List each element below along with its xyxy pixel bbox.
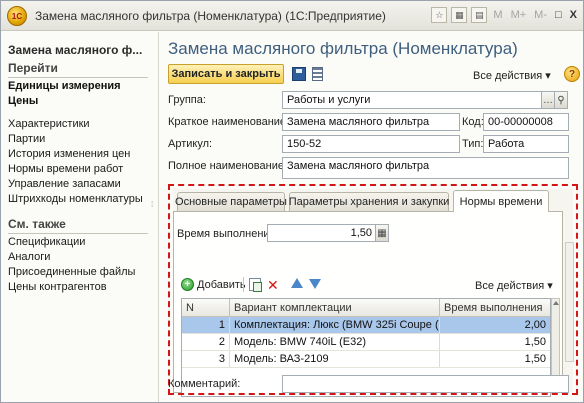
title-bar-controls: ☆ ▦ ▤ M M+ M- □ X xyxy=(431,7,579,23)
window-title: Замена масляного фильтра (Номенклатура) … xyxy=(35,9,386,23)
comment-field[interactable] xyxy=(282,375,569,393)
full-name-label: Полное наименование: xyxy=(168,160,288,172)
sidebar-item-barcodes[interactable]: Штрихкоды номенклатуры xyxy=(8,193,143,205)
group-field[interactable]: Работы и услуги xyxy=(282,91,542,109)
sidebar-item-stock-management[interactable]: Управление запасами xyxy=(8,178,121,190)
short-name-label: Краткое наименование: xyxy=(168,116,290,128)
memory-minus-button[interactable]: M- xyxy=(532,9,549,21)
group-label: Группа: xyxy=(168,94,206,106)
memory-button[interactable]: M xyxy=(491,9,504,21)
restore-button[interactable]: □ xyxy=(553,9,564,21)
highlight-frame xyxy=(168,184,578,395)
sidebar-item-work-norms[interactable]: Нормы времени работ xyxy=(8,163,123,175)
article-label: Артикул: xyxy=(168,138,213,150)
sidebar-item-attached-files[interactable]: Присоединенные файлы xyxy=(8,266,135,278)
sidebar-item-analogs[interactable]: Аналоги xyxy=(8,251,50,263)
sidebar-item-price-history[interactable]: История изменения цен xyxy=(8,148,130,160)
form-area: Замена масляного фильтра (Номенклатура) … xyxy=(161,32,583,402)
save-icon[interactable] xyxy=(292,67,306,81)
close-button[interactable]: X xyxy=(568,9,579,21)
comment-label: Комментарий: xyxy=(168,378,241,390)
sidebar-item-contractor-prices[interactable]: Цены контрагентов xyxy=(8,281,107,293)
sidebar-item-units[interactable]: Единицы измерения xyxy=(8,80,121,92)
app-logo-icon: 1С xyxy=(7,6,27,26)
favorites-icon[interactable]: ☆ xyxy=(431,7,448,23)
tab-time-norms[interactable]: Нормы времени xyxy=(453,190,549,212)
type-field[interactable]: Работа xyxy=(483,135,569,153)
sidebar-item-batches[interactable]: Партии xyxy=(8,133,45,145)
calculator-icon[interactable]: ▦ xyxy=(451,7,468,23)
type-label: Тип: xyxy=(462,138,484,150)
calendar-icon[interactable]: ▤ xyxy=(471,7,488,23)
title-bar: 1С Замена масляного фильтра (Номенклатур… xyxy=(1,1,583,31)
sidebar-divider xyxy=(8,77,148,78)
navigation-sidebar: Замена масляного ф... Перейти Единицы из… xyxy=(1,32,159,402)
full-name-field[interactable]: Замена масляного фильтра xyxy=(282,157,569,179)
sidebar-title[interactable]: Замена масляного ф... xyxy=(8,43,156,57)
memory-plus-button[interactable]: M+ xyxy=(509,9,529,21)
app-window: 1С Замена масляного фильтра (Номенклатур… xyxy=(0,0,584,403)
sidebar-item-characteristics[interactable]: Характеристики xyxy=(8,118,90,130)
sidebar-section-go: Перейти xyxy=(8,61,58,75)
sidebar-resize-grip[interactable]: ⁞ xyxy=(151,200,153,209)
group-search-icon[interactable]: ⚲ xyxy=(554,91,568,109)
sidebar-item-prices[interactable]: Цены xyxy=(8,95,38,107)
document-list-icon[interactable] xyxy=(312,67,323,81)
help-icon[interactable]: ? xyxy=(564,66,580,82)
all-actions-menu[interactable]: Все действия ▾ xyxy=(473,69,551,82)
sidebar-divider xyxy=(8,233,148,234)
group-select-button[interactable]: … xyxy=(541,91,555,109)
sidebar-section-see-also: См. также xyxy=(8,217,66,231)
save-and-close-button[interactable]: Записать и закрыть xyxy=(168,64,284,84)
article-field[interactable]: 150-52 xyxy=(282,135,460,153)
code-label: Код: xyxy=(462,116,484,128)
short-name-field[interactable]: Замена масляного фильтра xyxy=(282,113,460,131)
sidebar-item-specifications[interactable]: Спецификации xyxy=(8,236,85,248)
code-field[interactable]: 00-00000008 xyxy=(483,113,569,131)
form-title: Замена масляного фильтра (Номенклатура) xyxy=(168,39,518,58)
